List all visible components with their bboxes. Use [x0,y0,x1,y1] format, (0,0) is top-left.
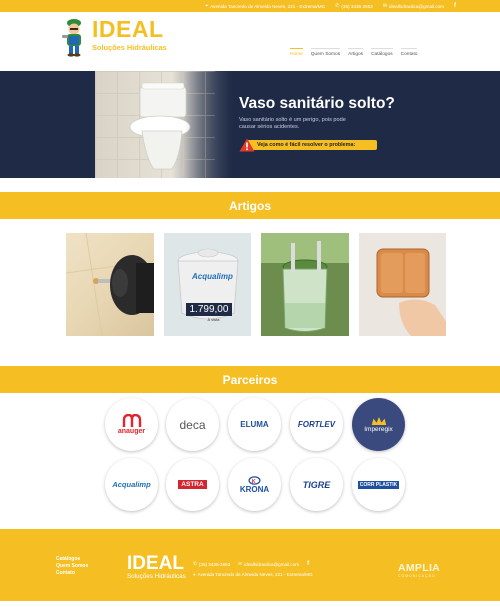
hero-cta-label: Veja como é fácil resolver o problema: [247,140,377,150]
anauger-logo-icon [122,414,141,427]
hero-cta-button[interactable]: Veja como é fácil resolver o problema: [239,138,377,152]
hero-subtitle: Vaso sanitário solto é um perigo, pois p… [239,117,346,130]
topbar-address[interactable]: ⌖ Avenida Tancredo de Almeida Neves, 221… [205,2,326,9]
articles-grid: Acqualimp 1.799,00 À vista [66,233,446,336]
partner-anauger[interactable]: anauger [105,398,158,451]
facebook-icon[interactable]: f [454,3,456,9]
site-header: IDEAL Soluções Hidráulicas Home Quem Som… [0,12,500,70]
top-bar: ⌖ Avenida Tancredo de Almeida Neves, 221… [0,0,500,12]
article-card-drill[interactable] [66,233,154,336]
logo-brand: IDEAL [92,16,164,42]
article-price: 1.799,00 [185,303,233,316]
nav-contato[interactable]: Contato [400,48,418,57]
hero-fade [185,71,245,178]
flush-button-image [376,248,446,336]
nav-catalogos[interactable]: Catálogos [371,48,393,57]
partner-deca[interactable]: deca [166,398,219,451]
hero-banner[interactable]: Vaso sanitário solto? Vaso sanitário sol… [0,71,500,178]
section-title-parceiros: Parceiros [0,366,500,393]
topbar-address-text: Avenida Tancredo de Almeida Neves, 221 -… [210,3,326,9]
footer-contact: ✆ (35) 3435-2653 ✉ idealhidraulica@gmail.c… [193,561,313,577]
site-logo[interactable]: IDEAL Soluções Hidráulicas [60,17,190,59]
partner-label: CORR PLASTIK [357,480,400,489]
agency-subtitle: COMUNICAÇÃO [398,574,436,578]
crown-icon [371,417,386,425]
svg-text:Acqualimp: Acqualimp [191,272,233,281]
footer-link-catalogos[interactable]: Catálogos [56,556,88,562]
mail-icon: ✉ [382,2,388,9]
map-pin-icon: ⌖ [193,572,196,577]
topbar-phone[interactable]: ✆ (35) 3435-2653 [335,2,373,9]
partner-fortlev[interactable]: FORTLEV [290,398,343,451]
partner-label: Imperegix [364,426,393,433]
article-price-note: À vista [207,317,220,322]
partner-label: KRONA [239,484,270,494]
nav-quem-somos[interactable]: Quem Somos [310,48,341,57]
partner-label: deca [179,417,206,432]
footer-email[interactable]: ✉ idealhidraulica@gmail.com [238,561,299,567]
warning-icon [239,138,255,152]
partner-astra[interactable]: ASTRA [166,458,219,511]
logo-tagline: Soluções Hidráulicas [92,43,167,52]
footer-facebook[interactable]: f [307,561,309,567]
article-card-water-tank[interactable]: Acqualimp 1.799,00 À vista [163,233,251,336]
nav-home[interactable]: Home [290,48,303,57]
plumber-mascot-icon [62,19,81,57]
footer-address-text: Avenida Tancredo de Almeida Neves, 221 -… [197,572,313,577]
partner-label: ELUMA [240,420,269,429]
footer-phone[interactable]: ✆ (35) 3435-2653 [193,561,230,567]
topbar-email-text: idealhidraulica@gmail.com [389,3,444,9]
footer-brand: IDEAL [127,553,184,574]
footer-contact-row: ✆ (35) 3435-2653 ✉ idealhidraulica@gmail.c… [193,561,313,567]
partner-eluma[interactable]: ELUMA [228,398,281,451]
nav-artigos[interactable]: Artigos [348,48,364,57]
cistern-image [261,233,349,336]
phone-icon: ✆ [193,561,197,566]
footer-phone-text: (35) 3435-2653 [198,561,231,567]
drill-image [66,233,154,336]
partner-tigre[interactable]: TIGRE [290,458,343,511]
partner-acqualimp[interactable]: Acqualimp [105,458,158,511]
footer-address[interactable]: ⌖ Avenida Tancredo de Almeida Neves, 221 … [193,572,313,577]
main-nav: Home Quem Somos Artigos Catálogos Contat… [290,48,418,57]
partner-label: anauger [117,428,146,435]
hero-title: Vaso sanitário solto? [239,95,395,112]
footer-logo[interactable]: IDEAL Soluções Hidráulicas [127,554,186,580]
phone-icon: ✆ [335,2,340,9]
partner-label: TIGRE [302,479,331,490]
map-pin-icon: ⌖ [205,2,209,9]
agency-logo[interactable]: AMPLIA [398,562,440,574]
partner-corr-plastik[interactable]: CORR PLASTIK [352,458,405,511]
partner-imperegix[interactable]: Imperegix [352,398,405,451]
footer-tagline: Soluções Hidráulicas [127,573,186,580]
partner-label: ASTRA [178,480,207,489]
section-title-artigos: Artigos [0,192,500,219]
article-card-flush-button[interactable] [358,233,446,336]
topbar-email[interactable]: ✉ idealhidraulica@gmail.com [382,2,444,9]
article-card-cistern[interactable] [261,233,349,336]
bottom-strip [0,601,500,607]
site-footer: Catálogos Quem Somos Contato IDEAL Soluç… [0,529,500,601]
mail-icon: ✉ [238,561,243,566]
footer-link-contato[interactable]: Contato [56,570,88,576]
partner-krona[interactable]: K KRONA [228,458,281,511]
svg-text:K: K [252,478,256,484]
footer-link-quem-somos[interactable]: Quem Somos [56,563,88,569]
partners-grid: anauger deca ELUMA FORTLEV Imperegix Acq… [100,398,412,511]
facebook-icon: f [307,561,310,567]
topbar-phone-text: (35) 3435-2653 [341,3,373,9]
krona-logo-icon: K [248,475,261,484]
partner-label: FORTLEV [297,420,336,429]
footer-links: Catálogos Quem Somos Contato [56,556,88,576]
partner-label: Acqualimp [112,480,151,489]
footer-email-text: idealhidraulica@gmail.com [244,561,300,567]
footer-address-row: ⌖ Avenida Tancredo de Almeida Neves, 221 … [193,572,313,577]
